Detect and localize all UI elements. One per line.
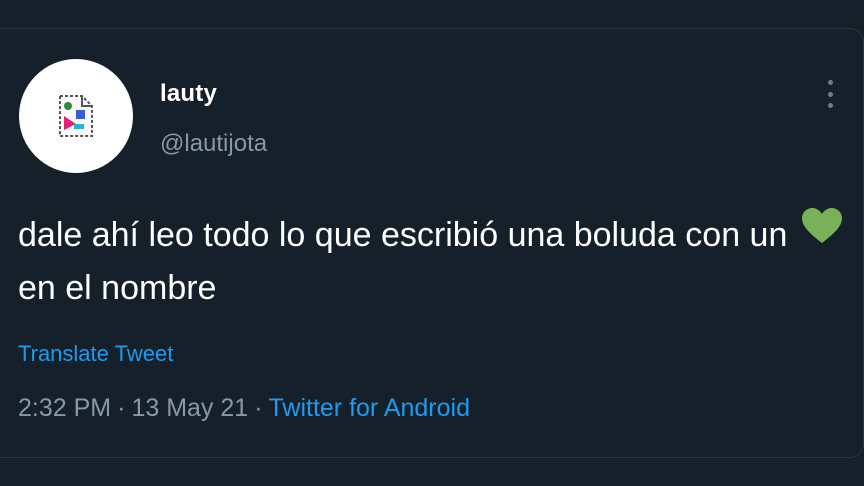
more-options-icon[interactable] <box>820 80 840 108</box>
display-name[interactable]: lauty <box>160 80 217 108</box>
separator: · <box>117 394 126 422</box>
tweet-date[interactable]: 13 May 21 <box>131 394 248 422</box>
user-handle[interactable]: @lautijota <box>160 130 267 158</box>
avatar[interactable] <box>19 59 133 173</box>
broken-image-icon <box>59 95 93 137</box>
separator: · <box>254 394 263 422</box>
tweet-meta: 2:32 PM · 13 May 21 · Twitter for Android <box>18 394 470 423</box>
tweet-text-part-2: en el nombre <box>18 269 217 308</box>
green-heart-icon <box>801 207 843 259</box>
tweet-source-link[interactable]: Twitter for Android <box>269 394 470 422</box>
tweet-text: dale ahí leo todo lo que escribió una bo… <box>18 207 848 313</box>
translate-tweet-link[interactable]: Translate Tweet <box>18 341 173 367</box>
tweet-screenshot: lauty @lautijota dale ahí leo todo lo qu… <box>0 0 864 486</box>
tweet-text-part-1: dale ahí leo todo lo que escribió una bo… <box>18 216 788 254</box>
tweet-time[interactable]: 2:32 PM <box>18 394 111 422</box>
